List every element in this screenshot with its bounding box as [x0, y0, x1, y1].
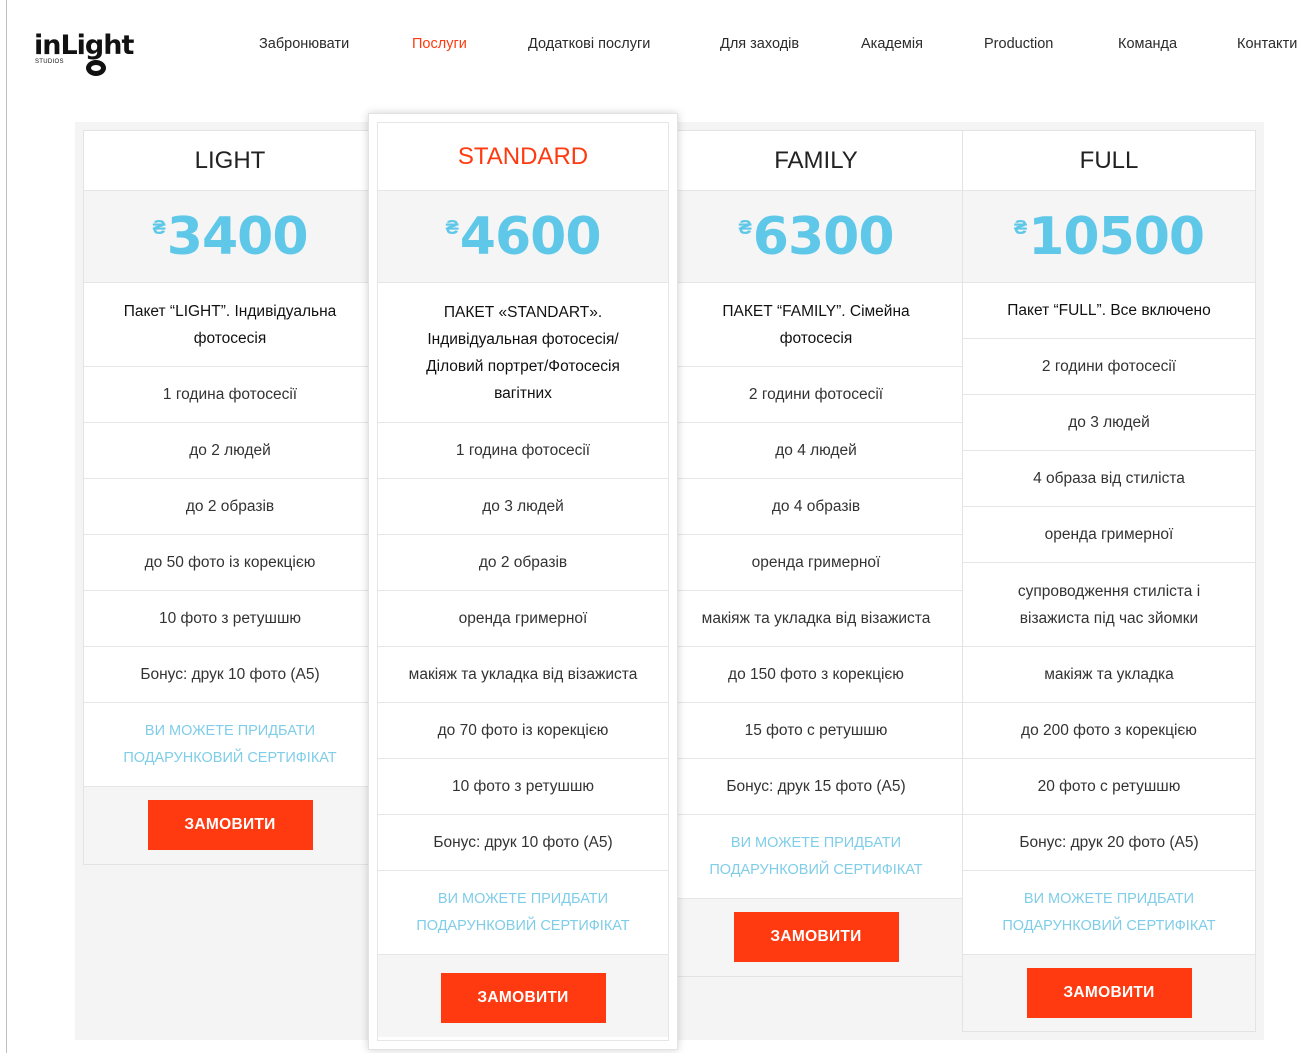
- plan-price: ₴ 3400: [84, 191, 376, 283]
- plan-title: Пакет “FULL”. Все включено: [963, 283, 1255, 339]
- plan-feature: макіяж та укладка від візажиста: [378, 647, 668, 703]
- plan-feature: до 2 образів: [84, 479, 376, 535]
- plan-feature: 15 фото с ретушшю: [670, 703, 962, 759]
- price-amount: 4600: [459, 206, 602, 267]
- plan-feature: до 2 образів: [378, 535, 668, 591]
- plan-name: FULL: [963, 131, 1255, 191]
- plan-price: ₴ 4600: [378, 191, 668, 283]
- plan-feature: до 150 фото з корекцією: [670, 647, 962, 703]
- plan-feature: 4 образа від стиліста: [963, 451, 1255, 507]
- gift-certificate-link[interactable]: ВИ МОЖЕТЕ ПРИДБАТИ ПОДАРУНКОВИЙ СЕРТИФІК…: [670, 815, 962, 899]
- plan-title: ПАКЕТ «STANDART». Індивідуальная фотосес…: [378, 283, 668, 423]
- page-border-line: [6, 0, 7, 1053]
- plan-feature: 10 фото з ретушшю: [84, 591, 376, 647]
- plan-feature: Бонус: друк 10 фото (А5): [378, 815, 668, 871]
- plan-price: ₴ 10500: [963, 191, 1255, 283]
- plan-card-family: FAMILY ₴ 6300 ПАКЕТ “FAMILY”. Сімейна фо…: [669, 130, 963, 977]
- gift-certificate-link[interactable]: ВИ МОЖЕТЕ ПРИДБАТИ ПОДАРУНКОВИЙ СЕРТИФІК…: [378, 871, 668, 955]
- plan-title: ПАКЕТ “FAMILY”. Сімейна фотосесія: [670, 283, 962, 367]
- plan-feature: до 4 образів: [670, 479, 962, 535]
- currency-symbol: ₴: [152, 217, 166, 239]
- plan-feature: 1 година фотосесії: [84, 367, 376, 423]
- currency-symbol: ₴: [738, 217, 752, 239]
- plan-name: LIGHT: [84, 131, 376, 191]
- plan-feature: до 200 фото з корекцією: [963, 703, 1255, 759]
- nav-item-production[interactable]: Production: [984, 36, 1053, 52]
- gift-certificate-link[interactable]: ВИ МОЖЕТЕ ПРИДБАТИ ПОДАРУНКОВИЙ СЕРТИФІК…: [84, 703, 376, 787]
- plan-feature: 2 години фотосесії: [963, 339, 1255, 395]
- nav-item-academy[interactable]: Академія: [861, 36, 923, 52]
- plan-feature: макіяж та укладка від візажиста: [670, 591, 962, 647]
- logo-ring-icon: [86, 60, 106, 76]
- plan-price: ₴ 6300: [670, 191, 962, 283]
- plan-card-full: FULL ₴ 10500 Пакет “FULL”. Все включено …: [962, 130, 1256, 1032]
- logo-subtitle: STUDIOS: [35, 59, 64, 65]
- plan-feature: Бонус: друк 20 фото (А5): [963, 815, 1255, 871]
- plan-feature: до 3 людей: [963, 395, 1255, 451]
- plan-feature: супроводження стиліста і візажиста під ч…: [963, 563, 1255, 647]
- currency-symbol: ₴: [445, 217, 459, 239]
- nav-item-services[interactable]: Послуги: [412, 36, 467, 52]
- price-amount: 10500: [1028, 206, 1205, 267]
- nav-item-book[interactable]: Забронювати: [259, 36, 349, 52]
- plan-feature: до 70 фото із корекцією: [378, 703, 668, 759]
- order-button[interactable]: ЗАМОВИТИ: [440, 973, 606, 1023]
- plan-feature: 2 години фотосесії: [670, 367, 962, 423]
- order-area: ЗАМОВИТИ: [670, 899, 962, 976]
- plan-feature: оренда гримерної: [963, 507, 1255, 563]
- nav-item-contacts[interactable]: Контакти: [1237, 36, 1297, 52]
- order-button[interactable]: ЗАМОВИТИ: [733, 912, 899, 962]
- nav-item-team[interactable]: Команда: [1118, 36, 1177, 52]
- plan-name: STANDARD: [378, 123, 668, 191]
- logo-text: inLight: [34, 30, 134, 61]
- plan-feature: до 50 фото із корекцією: [84, 535, 376, 591]
- plan-feature: оренда гримерної: [670, 535, 962, 591]
- price-amount: 6300: [752, 206, 895, 267]
- plan-feature: 10 фото з ретушшю: [378, 759, 668, 815]
- plan-feature: Бонус: друк 10 фото (А5): [84, 647, 376, 703]
- plan-feature: Бонус: друк 15 фото (А5): [670, 759, 962, 815]
- plan-feature: до 3 людей: [378, 479, 668, 535]
- plan-feature: оренда гримерної: [378, 591, 668, 647]
- brand-logo[interactable]: inLight STUDIOS: [34, 30, 144, 80]
- site-header: inLight STUDIOS Забронювати Послуги Дода…: [0, 0, 1306, 90]
- currency-symbol: ₴: [1013, 217, 1028, 239]
- order-button[interactable]: ЗАМОВИТИ: [1026, 968, 1192, 1018]
- plan-feature: 20 фото с ретушшю: [963, 759, 1255, 815]
- order-area: ЗАМОВИТИ: [84, 787, 376, 864]
- order-area: ЗАМОВИТИ: [963, 955, 1255, 1031]
- plan-name: FAMILY: [670, 131, 962, 191]
- order-area: ЗАМОВИТИ: [378, 955, 668, 1037]
- nav-item-events[interactable]: Для заходів: [720, 36, 799, 52]
- plan-card-light: LIGHT ₴ 3400 Пакет “LIGHT”. Індивідуальн…: [83, 130, 377, 865]
- plan-card-standard: STANDARD ₴ 4600 ПАКЕТ «STANDART». Індиві…: [368, 113, 678, 1050]
- price-amount: 3400: [166, 206, 309, 267]
- plan-title: Пакет “LIGHT”. Індивідуальна фотосесія: [84, 283, 376, 367]
- plan-feature: 1 година фотосесії: [378, 423, 668, 479]
- order-button[interactable]: ЗАМОВИТИ: [147, 800, 313, 850]
- nav-item-extra-services[interactable]: Додаткові послуги: [528, 36, 650, 52]
- plan-feature: до 4 людей: [670, 423, 962, 479]
- plan-feature: макіяж та укладка: [963, 647, 1255, 703]
- gift-certificate-link[interactable]: ВИ МОЖЕТЕ ПРИДБАТИ ПОДАРУНКОВИЙ СЕРТИФІК…: [963, 871, 1255, 955]
- plan-feature: до 2 людей: [84, 423, 376, 479]
